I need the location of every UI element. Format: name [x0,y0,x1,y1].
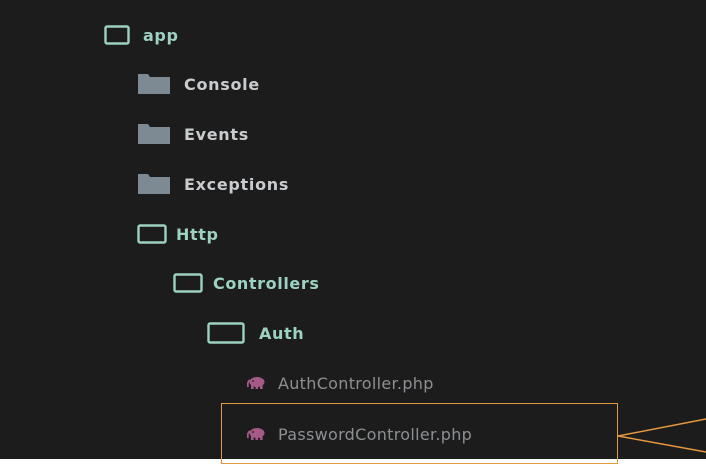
tree-item-label: AuthController.php [278,373,434,393]
tree-item-console[interactable]: Console [137,67,260,101]
folder-closed-icon [137,173,171,195]
folder-open-icon [104,25,130,45]
tree-item-label: Events [184,124,249,144]
tree-item-auth[interactable]: Auth [207,316,304,350]
tree-item-authcontroller[interactable]: AuthController.php [247,366,434,400]
tree-item-exceptions[interactable]: Exceptions [137,167,289,201]
tree-item-label: app [143,25,179,45]
folder-closed-icon [137,73,171,95]
tree-item-label: Console [184,74,260,94]
tree-item-label: Http [176,224,219,244]
tree-item-app[interactable]: app [104,18,179,52]
php-elephant-icon [247,427,265,441]
file-tree-panel: app Console Events Exceptions Http Contr… [0,0,706,459]
php-elephant-icon [247,376,265,390]
tree-item-label: Auth [259,323,305,343]
folder-open-icon [137,224,167,244]
tree-item-events[interactable]: Events [137,117,249,151]
folder-closed-icon [137,123,171,145]
folder-open-icon [207,322,245,344]
tree-item-label: PasswordController.php [278,424,473,444]
tree-item-controllers[interactable]: Controllers [173,266,320,300]
tree-item-passwordcontroller[interactable]: PasswordController.php [247,417,472,451]
folder-open-icon [173,273,203,293]
tree-item-label: Exceptions [184,174,290,194]
tree-item-http[interactable]: Http [137,217,219,251]
tree-item-label: Controllers [213,273,320,293]
